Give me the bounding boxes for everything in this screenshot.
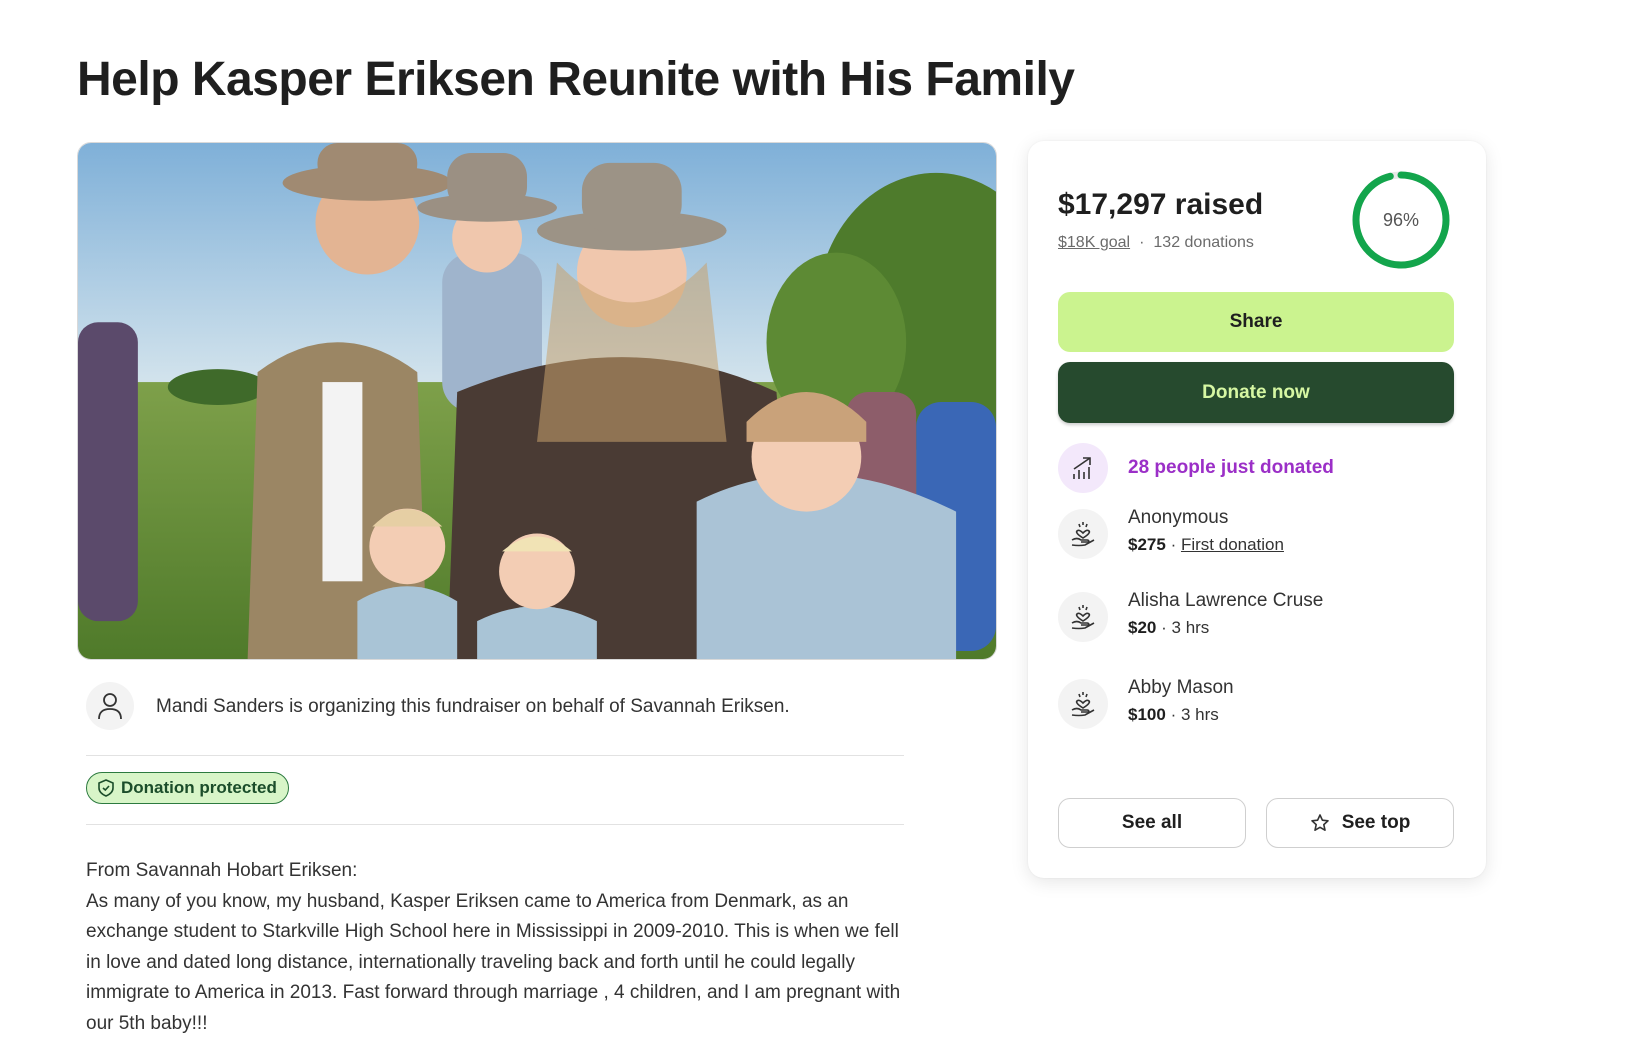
- donor-amount: $275: [1128, 535, 1166, 554]
- badge-label: Donation protected: [121, 778, 277, 797]
- see-all-label: See all: [1121, 812, 1183, 833]
- donor-amount: $20: [1128, 618, 1157, 637]
- see-all-button[interactable]: See all: [1058, 798, 1246, 848]
- divider: [86, 824, 904, 825]
- heart-hand-icon: [1058, 679, 1108, 729]
- donor-name: Alisha Lawrence Cruse: [1128, 590, 1324, 611]
- person-icon: [86, 682, 134, 730]
- page-title: Help Kasper Eriksen Reunite with His Fam…: [77, 53, 1075, 106]
- donor-item: Abby Mason $100 · 3 hrs: [1058, 677, 1234, 729]
- donation-protected-badge[interactable]: Donation protected: [86, 772, 289, 804]
- donor-item: Anonymous $275 · First donation: [1058, 507, 1284, 559]
- heart-hand-icon: [1058, 592, 1108, 642]
- story-text: From Savannah Hobart Eriksen: As many of…: [86, 856, 906, 1039]
- donate-now-button[interactable]: Donate now: [1058, 362, 1454, 423]
- separator: ·: [1170, 535, 1177, 554]
- donation-card: $17,297 raised $18K goal · 132 donations 9…: [1028, 141, 1486, 878]
- divider: [86, 755, 904, 756]
- donor-name: Abby Mason: [1128, 677, 1234, 698]
- donor-amount: $100: [1128, 705, 1166, 724]
- donor-time: 3 hrs: [1171, 618, 1210, 637]
- separator: ·: [1170, 705, 1177, 724]
- separator: ·: [1139, 234, 1145, 251]
- see-top-button[interactable]: See top: [1266, 798, 1454, 848]
- organizer-text: Mandi Sanders is organizing this fundrai…: [156, 696, 790, 717]
- goal-link[interactable]: $18K goal: [1058, 234, 1130, 251]
- activity-label: 28 people just donated: [1128, 457, 1334, 478]
- organizer-row: Mandi Sanders is organizing this fundrai…: [86, 682, 904, 752]
- donation-count: 132 donations: [1153, 234, 1254, 251]
- donor-time: 3 hrs: [1180, 705, 1219, 724]
- donor-name: Anonymous: [1128, 507, 1229, 528]
- donor-item: Alisha Lawrence Cruse $20 · 3 hrs: [1058, 590, 1323, 642]
- separator: ·: [1161, 618, 1167, 637]
- trending-up-icon: [1058, 443, 1108, 493]
- amount-raised: $17,297 raised: [1058, 188, 1264, 221]
- first-donation-link[interactable]: First donation: [1181, 535, 1284, 554]
- shield-icon: [98, 779, 114, 797]
- see-top-label: See top: [1341, 812, 1411, 833]
- family-photo-image: [78, 143, 996, 659]
- recent-activity: 28 people just donated: [1058, 443, 1334, 493]
- story-body: As many of you know, my husband, Kasper …: [86, 890, 901, 1034]
- share-button[interactable]: Share: [1058, 292, 1454, 352]
- fundraiser-photo[interactable]: [77, 142, 997, 660]
- heart-hand-icon: [1058, 509, 1108, 559]
- raised-subtitle: $18K goal · 132 donations: [1058, 234, 1254, 252]
- star-icon: [1310, 814, 1329, 831]
- progress-ring: 96%: [1350, 169, 1452, 271]
- progress-percent: 96%: [1382, 209, 1420, 230]
- story-intro: From Savannah Hobart Eriksen:: [86, 860, 358, 881]
